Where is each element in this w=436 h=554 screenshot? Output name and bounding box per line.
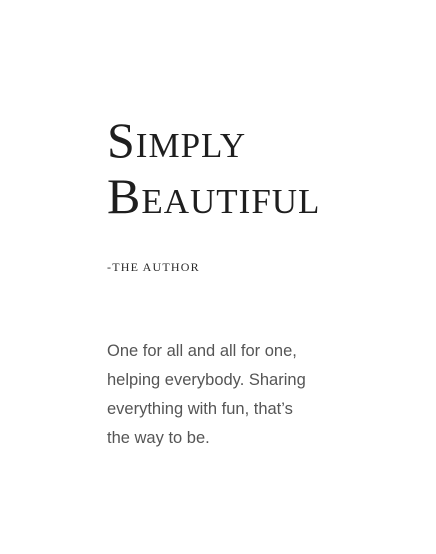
quote-page: Simply Beautiful -The Author One for all… (0, 0, 436, 554)
quote-title-line-2: Beautiful (107, 168, 321, 224)
quote-body-line-2: helping everybody. Sharing (107, 371, 306, 389)
quote-body: One for all and all for one, helping eve… (107, 337, 337, 453)
quote-body-line-3: everything with fun, that’s (107, 400, 293, 418)
quote-body-line-4: the way to be. (107, 429, 210, 447)
quote-title: Simply Beautiful (107, 112, 320, 224)
quote-body-line-1: One for all and all for one, (107, 342, 297, 360)
quote-author: -The Author (107, 260, 200, 274)
quote-title-line-1: Simply (107, 112, 247, 168)
